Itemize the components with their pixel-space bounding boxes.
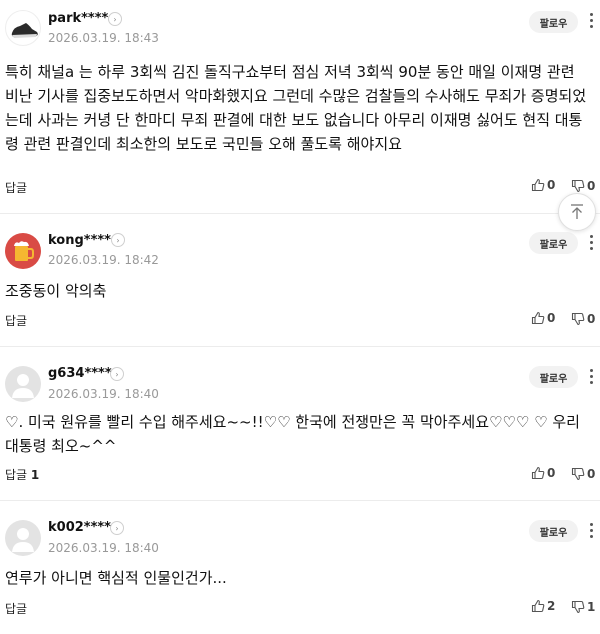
more-options-icon[interactable] [588,369,594,384]
chevron-right-icon[interactable]: › [110,367,124,381]
reply-count: 1 [30,468,40,482]
more-options-icon[interactable] [588,235,594,250]
dislike-count: 0 [587,312,596,326]
thumbs-down-icon [571,467,585,481]
thumbs-up-icon [531,178,545,192]
avatar[interactable] [5,366,41,402]
reply-button[interactable]: 답글 [5,600,27,617]
divider [0,213,600,214]
username[interactable]: park**** [48,11,108,26]
thumbs-down-icon [571,312,585,326]
follow-button[interactable]: 팔로우 [529,232,578,254]
thumbs-down-icon [571,600,585,614]
like-button[interactable]: 2 [531,599,555,613]
dislike-count: 0 [587,179,596,193]
chevron-right-icon[interactable]: › [108,12,122,26]
reply-label: 답글 [5,468,28,482]
divider [0,346,600,347]
thumbs-up-icon [531,311,545,325]
thumbs-up-icon [531,466,545,480]
reply-label: 답글 [5,181,28,195]
username[interactable]: kong**** [48,233,111,248]
thumbs-up-icon [531,599,545,613]
comment-body: ♡. 미국 원유를 빨리 수입 해주세요~~!!♡♡ 한국에 전쟁만은 꼭 막아… [5,413,580,455]
thumbs-down-icon [571,179,585,193]
username[interactable]: k002**** [48,520,111,535]
dislike-count: 1 [587,600,596,614]
avatar[interactable] [5,520,41,556]
reply-button[interactable]: 답글 1 [5,466,39,483]
dislike-button[interactable]: 1 [571,600,595,614]
chevron-right-icon[interactable]: › [111,233,125,247]
reply-label: 답글 [5,602,28,616]
dislike-count: 0 [587,467,596,481]
username[interactable]: g634**** [48,366,112,381]
comment-body: 특히 채널a 는 하루 3회씩 김진 돌직구쇼부터 점심 저녁 3회씩 90분 … [5,63,587,153]
dislike-button[interactable]: 0 [571,179,595,193]
dislike-button[interactable]: 0 [571,312,595,326]
comment-item: park**** › 2026.03.19. 18:43 팔로우 특히 채널a … [0,0,600,202]
default-user-icon [12,374,34,398]
follow-button[interactable]: 팔로우 [529,520,578,542]
like-button[interactable]: 0 [531,466,555,480]
like-count: 0 [547,311,556,325]
like-count: 0 [547,178,556,192]
like-button[interactable]: 0 [531,178,555,192]
arrow-up-to-top-icon [571,204,583,219]
divider [0,500,600,501]
scroll-to-top-button[interactable] [558,193,596,231]
more-options-icon[interactable] [588,523,594,538]
sneaker-icon [11,23,38,38]
like-button[interactable]: 0 [531,311,555,325]
comment-body: 연루가 아니면 핵심적 인물인건가... [5,569,227,587]
avatar[interactable] [5,233,41,269]
dislike-button[interactable]: 0 [571,467,595,481]
like-count: 2 [547,599,556,613]
timestamp: 2026.03.19. 18:42 [48,253,159,267]
reply-button[interactable]: 답글 [5,179,27,196]
reply-button[interactable]: 답글 [5,312,27,329]
follow-button[interactable]: 팔로우 [529,366,578,388]
timestamp: 2026.03.19. 18:40 [48,541,159,555]
follow-button[interactable]: 팔로우 [529,11,578,33]
chevron-right-icon[interactable]: › [110,521,124,535]
timestamp: 2026.03.19. 18:40 [48,387,159,401]
more-options-icon[interactable] [588,13,594,28]
comment-body: 조중동이 악의축 [5,282,107,300]
avatar[interactable] [5,10,41,46]
like-count: 0 [547,466,556,480]
default-user-icon [12,528,34,552]
beer-icon [14,241,34,261]
reply-label: 답글 [5,314,28,328]
timestamp: 2026.03.19. 18:43 [48,31,159,45]
